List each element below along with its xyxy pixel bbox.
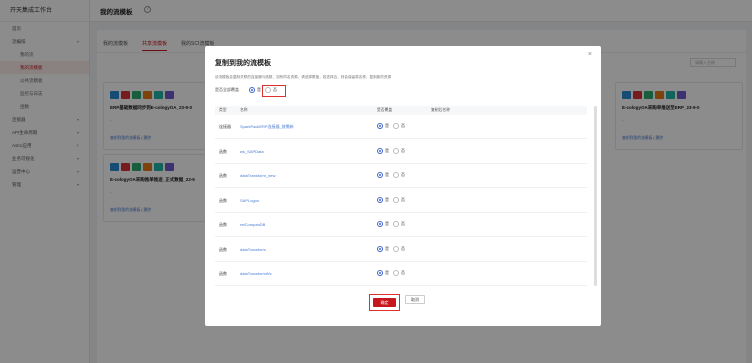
row-overwrite-options: 是否 <box>377 172 405 178</box>
row-type: 连接器 <box>219 124 231 129</box>
table-row: 函数 dataTransform_new 是否 <box>215 164 587 188</box>
row-type: 函数 <box>219 222 227 227</box>
row-name[interactable]: ws_SAPData <box>240 149 264 154</box>
highlight-box <box>262 85 286 97</box>
row-name[interactable]: dataTransform_new <box>240 173 275 178</box>
col-type: 类型 <box>219 108 227 112</box>
overwrite-yes-radio[interactable]: 是 <box>377 245 389 252</box>
row-overwrite-options: 是否 <box>377 147 405 154</box>
row-overwrite-options: 是否 <box>377 270 405 276</box>
row-name[interactable]: SAPLogon <box>240 198 259 203</box>
table-row: 函数 retCompanDB 是否 <box>215 213 587 237</box>
overwrite-yes-radio[interactable]: 是 <box>377 123 389 129</box>
overwrite-no-radio[interactable]: 否 <box>393 221 405 227</box>
row-type: 函数 <box>219 148 227 154</box>
col-name: 名称 <box>240 108 248 112</box>
row-name[interactable]: retCompanDB <box>240 222 265 227</box>
row-name[interactable]: dataTransform <box>240 247 266 252</box>
row-name[interactable]: SparkPackERP连接器_按需新 <box>240 124 294 130</box>
overwrite-no-radio[interactable]: 否 <box>393 147 405 154</box>
overwrite-no-radio[interactable]: 否 <box>393 270 405 276</box>
overwrite-no-radio[interactable]: 否 <box>393 172 405 178</box>
overwrite-yes-radio[interactable]: 是 <box>377 221 389 227</box>
overwrite-all-label: 是否全部覆盖 <box>215 87 239 92</box>
confirm-button-label: 确定 <box>373 298 396 307</box>
dialog-description: 该流模板会复制关联的连接器与函数，如有同名资源，请选择覆盖，若选择否，则会保留原… <box>215 75 392 79</box>
overwrite-no-radio[interactable]: 否 <box>393 123 405 129</box>
row-type: 函数 <box>219 271 227 276</box>
row-overwrite-options: 是否 <box>377 245 405 252</box>
table-row: 函数 dataTransform 是否 <box>215 238 587 262</box>
overwrite-no-radio[interactable]: 否 <box>393 245 405 252</box>
row-type: 函数 <box>219 173 227 178</box>
overwrite-yes-radio[interactable]: 是 <box>377 172 389 178</box>
table-row: 连接器 SparkPackERP连接器_按需新 是否 <box>215 115 587 139</box>
row-overwrite-options: 是否 <box>377 221 405 227</box>
dialog-title: 复制到我的流模板 <box>215 60 271 67</box>
row-type: 函数 <box>219 197 227 203</box>
close-icon[interactable]: × <box>588 51 592 58</box>
col-overwrite: 是否覆盖 <box>377 108 393 112</box>
overwrite-yes-radio[interactable]: 是 <box>377 270 389 276</box>
dialog-scrollbar[interactable] <box>594 106 597 286</box>
overwrite-no-radio[interactable]: 否 <box>393 196 405 203</box>
table-header: 类型 名称 是否覆盖 复制后名称 <box>215 106 587 115</box>
cancel-button[interactable]: 取消 <box>405 295 425 304</box>
overwrite-yes-radio[interactable]: 是 <box>377 196 389 203</box>
row-type: 函数 <box>219 246 227 252</box>
row-overwrite-options: 是否 <box>377 123 405 129</box>
row-name[interactable]: dataTransformWx <box>240 271 272 276</box>
table-row: 函数 SAPLogon 是否 <box>215 189 587 213</box>
overwrite-yes-radio[interactable]: 是 <box>377 147 389 154</box>
row-overwrite-options: 是否 <box>377 196 405 203</box>
col-new-name: 复制后名称 <box>431 108 450 112</box>
table-row: 函数 dataTransformWx 是否 <box>215 262 587 286</box>
confirm-button[interactable]: 确定 <box>369 294 400 311</box>
overwrite-all-yes-radio[interactable]: 是 <box>249 87 261 93</box>
table-row: 函数 ws_SAPData 是否 <box>215 140 587 164</box>
